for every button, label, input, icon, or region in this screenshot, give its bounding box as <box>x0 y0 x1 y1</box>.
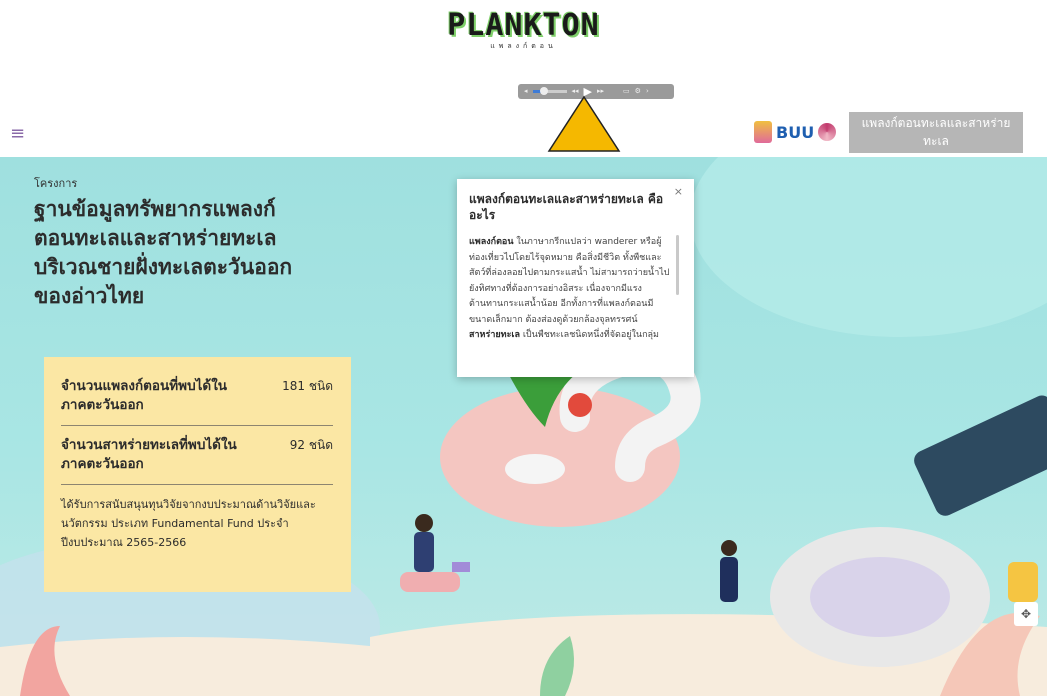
stat-label: จำนวนสาหร่ายทะเลที่พบได้ใน ภาคตะวันออก <box>61 437 237 472</box>
logo-subtitle: แพลงก์ตอน <box>490 42 557 50</box>
site-header: ≡ BUU แพลงก์ตอนทะเลและสาหร่ายทะเล Plankt… <box>0 111 1047 166</box>
hamburger-menu-icon[interactable]: ≡ <box>10 123 25 144</box>
popup-scrollbar[interactable] <box>676 235 679 295</box>
volume-icon[interactable]: ◂ <box>524 88 528 95</box>
stat-row-plankton: จำนวนแพลงก์ตอนที่พบได้ใน ภาคตะวันออก 181… <box>61 377 333 426</box>
popup-term: แพลงก์ตอน <box>469 237 514 247</box>
funding-note: ได้รับการสนับสนุนทุนวิจัยจากงบประมาณด้าน… <box>61 498 316 549</box>
progress-slider[interactable] <box>532 87 567 95</box>
hero-section: โครงการ ฐานข้อมูลทรัพยากรแพลงก์ ตอนทะเลแ… <box>0 157 1047 696</box>
project-eyebrow: โครงการ <box>34 177 78 190</box>
warning-triangle-icon <box>547 95 621 152</box>
popup-text: เป็นพืชทะเลชนิดหนึ่งที่จัดอยู่ในกลุ่ม <box>520 330 659 340</box>
popup-title: แพลงก์ตอนทะเลและสาหร่ายทะเล คืออะไร <box>469 192 664 222</box>
logo-wordmark: PLANKTON <box>447 8 600 43</box>
popup-term: สาหร่ายทะเล <box>469 330 520 340</box>
popup-body[interactable]: แพลงก์ตอน ในภาษากรีกแปลว่า wanderer หรือ… <box>469 235 674 355</box>
stat-label: จำนวนแพลงก์ตอนที่พบได้ใน ภาคตะวันออก <box>61 378 228 413</box>
caption-icon[interactable]: ▭ <box>623 88 630 95</box>
stat-value: 92 ชนิด <box>289 438 333 452</box>
buu-logo: BUU <box>776 122 815 142</box>
stat-row-algae: จำนวนสาหร่ายทะเลที่พบได้ใน ภาคตะวันออก 9… <box>61 436 333 485</box>
headline-line: ตอนทะเลและสาหร่ายทะเล <box>34 226 277 250</box>
move-icon[interactable]: ✥ <box>1014 602 1038 626</box>
site-title-box[interactable]: แพลงก์ตอนทะเลและสาหร่ายทะเล Plankton and… <box>849 112 1023 166</box>
site-logo: PLANKTON แพลงก์ตอน <box>0 8 1047 52</box>
faculty-logo <box>818 123 837 141</box>
settings-icon[interactable]: ⚙ <box>635 88 641 95</box>
popup-text: ในภาษากรีกแปลว่า wanderer หรือผู้ท่องเที… <box>469 237 670 325</box>
headline-line: ฐานข้อมูลทรัพยากรแพลงก์ <box>34 197 276 221</box>
next-icon[interactable]: › <box>646 88 649 95</box>
headline-line: บริเวณชายฝั่งทะเลตะวันออก <box>34 255 293 279</box>
site-title-thai: แพลงก์ตอนทะเลและสาหร่ายทะเล <box>861 116 1011 148</box>
university-seal-logo <box>754 121 772 143</box>
progress-knob[interactable] <box>539 87 548 95</box>
partner-logos: BUU <box>754 121 837 143</box>
close-icon[interactable]: × <box>674 185 683 198</box>
fast-forward-icon[interactable]: ▸▸ <box>597 88 604 95</box>
hero-headline: ฐานข้อมูลทรัพยากรแพลงก์ ตอนทะเลและสาหร่า… <box>34 195 354 311</box>
stat-value: 181 ชนิด <box>282 379 333 393</box>
stats-card: จำนวนแพลงก์ตอนที่พบได้ใน ภาคตะวันออก 181… <box>44 357 351 592</box>
rewind-icon[interactable]: ◂◂ <box>572 88 579 95</box>
headline-line: ของอ่าวไทย <box>34 284 145 308</box>
info-popup: × แพลงก์ตอนทะเลและสาหร่ายทะเล คืออะไร แพ… <box>457 179 694 377</box>
